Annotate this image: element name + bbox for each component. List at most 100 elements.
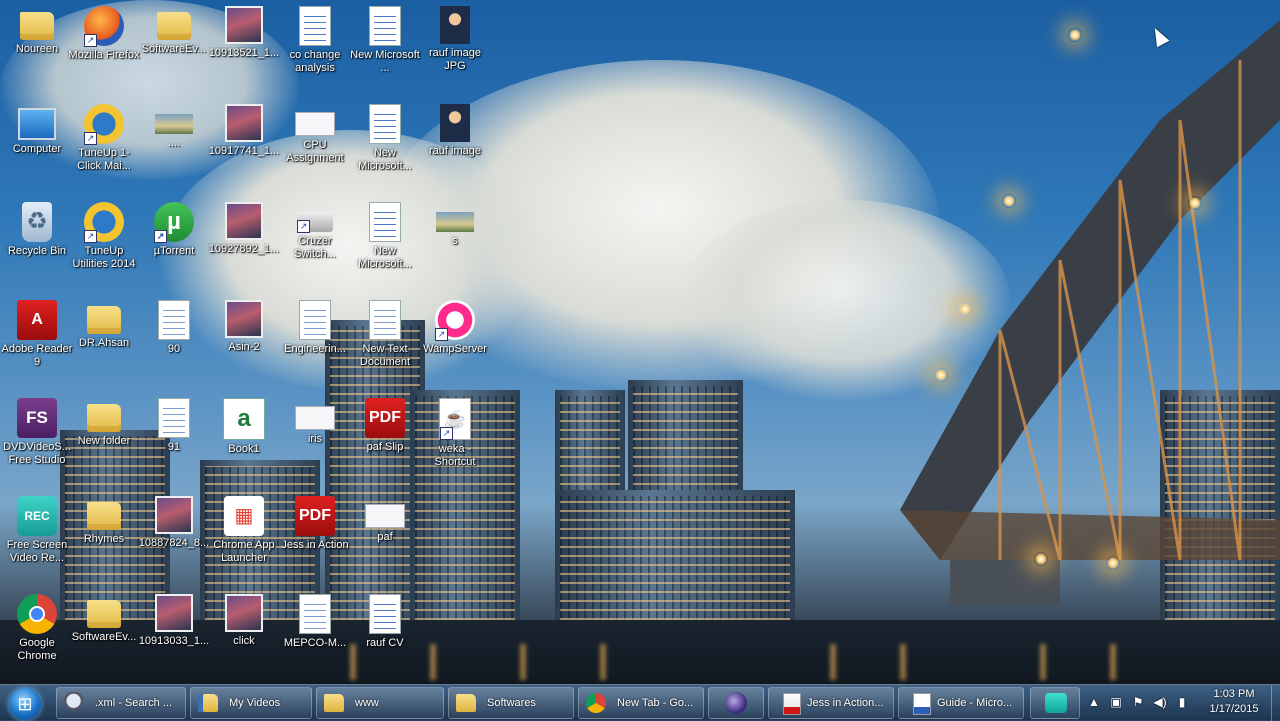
shortcut-arrow-icon: ↗	[297, 220, 310, 233]
word-document-icon	[369, 104, 401, 144]
desktop-icon-label: rauf image JPG	[429, 47, 481, 72]
desktop-icon-rauf-image[interactable]: rauf image	[418, 98, 492, 190]
desktop-icon-10913033[interactable]: 10913033_1...	[137, 588, 211, 680]
desktop-icon-10917741[interactable]: 10917741_1...	[207, 98, 281, 190]
folder-icon	[198, 694, 218, 712]
desktop-icon-90[interactable]: 90	[137, 294, 211, 386]
desktop-icon-label: weka - Shortcut	[434, 443, 476, 468]
desktop-icon-cpu-assignment[interactable]: CPU Assignment	[278, 98, 352, 190]
desktop-icon-rauf-cv[interactable]: rauf CV	[348, 588, 422, 680]
taskbar-button-softwares[interactable]: Softwares	[448, 687, 574, 719]
desktop-icon-dots[interactable]: ....	[137, 98, 211, 190]
desktop-icon-s[interactable]: s	[418, 196, 492, 288]
photo-icon	[225, 6, 263, 44]
action-center-flag-icon[interactable]: ⚑	[1130, 694, 1146, 710]
desktop-icon-91[interactable]: 91	[137, 392, 211, 484]
desktop-icon-new-microsoft-3[interactable]: New Microsoft...	[348, 196, 422, 288]
taskbar-button-eclipse[interactable]	[708, 687, 764, 719]
show-hidden-icons-icon[interactable]: ▲	[1086, 694, 1102, 710]
desktop-icon-jess-in-action[interactable]: PDF Jess in Action	[278, 490, 352, 582]
desktop-icon-paf-slip[interactable]: PDF paf Slip	[348, 392, 422, 484]
desktop-icon-book1[interactable]: a Book1	[207, 392, 281, 484]
signal-icon[interactable]: ▮	[1174, 694, 1190, 710]
taskbar-button-label: Guide - Micro...	[937, 697, 1013, 709]
text-document-icon	[369, 300, 401, 340]
taskbar-button-my-videos[interactable]: My Videos	[190, 687, 312, 719]
desktop-icon-click[interactable]: click	[207, 588, 281, 680]
desktop-icon-label: Free Screen Video Re...	[6, 539, 68, 564]
desktop-icon-10913521[interactable]: 10913521_1...	[207, 0, 281, 92]
desktop-icon-10927892[interactable]: 10927892_1...	[207, 196, 281, 288]
desktop-icon-label: CPU Assignment	[286, 139, 344, 164]
volume-icon[interactable]: ◀)	[1152, 694, 1168, 710]
desktop-icon-label: 10917741_1...	[208, 145, 280, 157]
taskbar-clock[interactable]: 1:03 PM 1/17/2015	[1196, 687, 1272, 719]
desktop-icon-adobe-reader[interactable]: A Adobe Reader 9	[0, 294, 74, 386]
desktop-icon-mozilla-firefox[interactable]: ↗ Mozilla Firefox	[67, 0, 141, 92]
desktop-icon-free-screen-video-recorder[interactable]: REC Free Screen Video Re...	[0, 490, 74, 582]
document-icon	[158, 300, 190, 340]
desktop-icon-new-text-document[interactable]: New Text Document	[348, 294, 422, 386]
desktop-icon-co-change-analysis[interactable]: co change analysis	[278, 0, 352, 92]
desktop-icon-softwareev-2[interactable]: SoftwareEv...	[67, 588, 141, 680]
desktop-icon-label: Asin-2	[228, 341, 260, 353]
desktop-icon-paf[interactable]: paf	[348, 490, 422, 582]
photo-icon	[225, 202, 263, 240]
desktop-icon-new-folder[interactable]: New folder	[67, 392, 141, 484]
shortcut-arrow-icon: ↗	[435, 328, 448, 341]
desktop-icon-rauf-image-jpg[interactable]: rauf image JPG	[418, 0, 492, 92]
shortcut-arrow-icon: ↗	[440, 427, 453, 440]
desktop-icon-softwareev[interactable]: SoftwareEv...	[137, 0, 211, 92]
desktop-icon-noureen[interactable]: Noureen	[0, 0, 74, 92]
firefox-icon: ↗	[84, 6, 124, 47]
desktop-icon-label: New Microsoft...	[358, 147, 412, 172]
folder-icon	[87, 502, 121, 530]
desktop-icon-utorrent[interactable]: µ ↗ µTorrent	[137, 196, 211, 288]
photo-icon	[155, 594, 193, 632]
taskbar-button-screen-recorder[interactable]	[1030, 687, 1080, 719]
desktop-icon-cruzer-switch[interactable]: ↗ Cruzer Switch...	[278, 196, 352, 288]
desktop-icon-google-chrome[interactable]: Google Chrome	[0, 588, 74, 680]
wampserver-icon: ↗	[435, 300, 475, 341]
desktop-icon-weka-shortcut[interactable]: ☕ ↗ weka - Shortcut	[418, 392, 492, 484]
desktop-icon-chrome-app-launcher[interactable]: ▦ Chrome App Launcher	[207, 490, 281, 582]
free-studio-icon: FS	[17, 398, 57, 438]
desktop-icon-engineering[interactable]: Engineerin...	[278, 294, 352, 386]
eclipse-icon	[725, 692, 747, 714]
photo-icon	[440, 6, 470, 44]
taskbar-button-jess-in-action[interactable]: Jess in Action...	[768, 687, 894, 719]
desktop-icon-label: Google Chrome	[17, 637, 57, 662]
desktop-icon-label: 10913033_1...	[138, 635, 210, 647]
desktop-icon-mepco[interactable]: MEPCO-M...	[278, 588, 352, 680]
image-thumbnail-icon	[436, 212, 474, 232]
network-icon[interactable]: ▣	[1108, 694, 1124, 710]
taskbar-button-word-guide[interactable]: Guide - Micro...	[898, 687, 1024, 719]
desktop-icon-recycle-bin[interactable]: ♻ Recycle Bin	[0, 196, 74, 288]
desktop-icon-dr-ahsan[interactable]: DR.Ahsan	[67, 294, 141, 386]
desktop-icon-iris[interactable]: iris	[278, 392, 352, 484]
desktop-icon-asin-2[interactable]: Asin-2	[207, 294, 281, 386]
chrome-icon	[17, 594, 57, 634]
desktop-icon-label: iris	[307, 433, 323, 445]
shortcut-arrow-icon: ↗	[84, 230, 97, 243]
desktop-icon-new-microsoft-1[interactable]: New Microsoft ...	[348, 0, 422, 92]
desktop-icon-wampserver[interactable]: ↗ WampServer	[418, 294, 492, 386]
show-desktop-button[interactable]	[1271, 685, 1280, 721]
desktop-icon-computer[interactable]: Computer	[0, 98, 74, 190]
recycle-bin-icon: ♻	[22, 202, 52, 242]
taskbar-button-chrome-new-tab[interactable]: New Tab - Go...	[578, 687, 704, 719]
system-tray: ▲ ▣ ⚑ ◀) ▮	[1084, 685, 1196, 721]
taskbar-button-label: New Tab - Go...	[617, 697, 694, 709]
taskbar-button-www[interactable]: www	[316, 687, 444, 719]
desktop-icon-tuneup-utilities[interactable]: ↗ TuneUp Utilities 2014	[67, 196, 141, 288]
desktop-icon-10887824[interactable]: 10887824_8...	[137, 490, 211, 582]
desktop-icon-rhymes[interactable]: Rhymes	[67, 490, 141, 582]
desktop-icon-tuneup-1click[interactable]: ↗ TuneUp 1-Click Mai...	[67, 98, 141, 190]
photo-icon	[440, 104, 470, 142]
taskbar-button-search[interactable]: .xml - Search ...	[56, 687, 186, 719]
pdf-icon: PDF	[365, 398, 405, 438]
desktop-icon-new-microsoft-2[interactable]: New Microsoft...	[348, 98, 422, 190]
desktop-icon-label: DR.Ahsan	[78, 337, 130, 349]
start-button[interactable]	[2, 687, 48, 721]
desktop-icon-free-studio[interactable]: FS DVDVideoS... Free Studio	[0, 392, 74, 484]
